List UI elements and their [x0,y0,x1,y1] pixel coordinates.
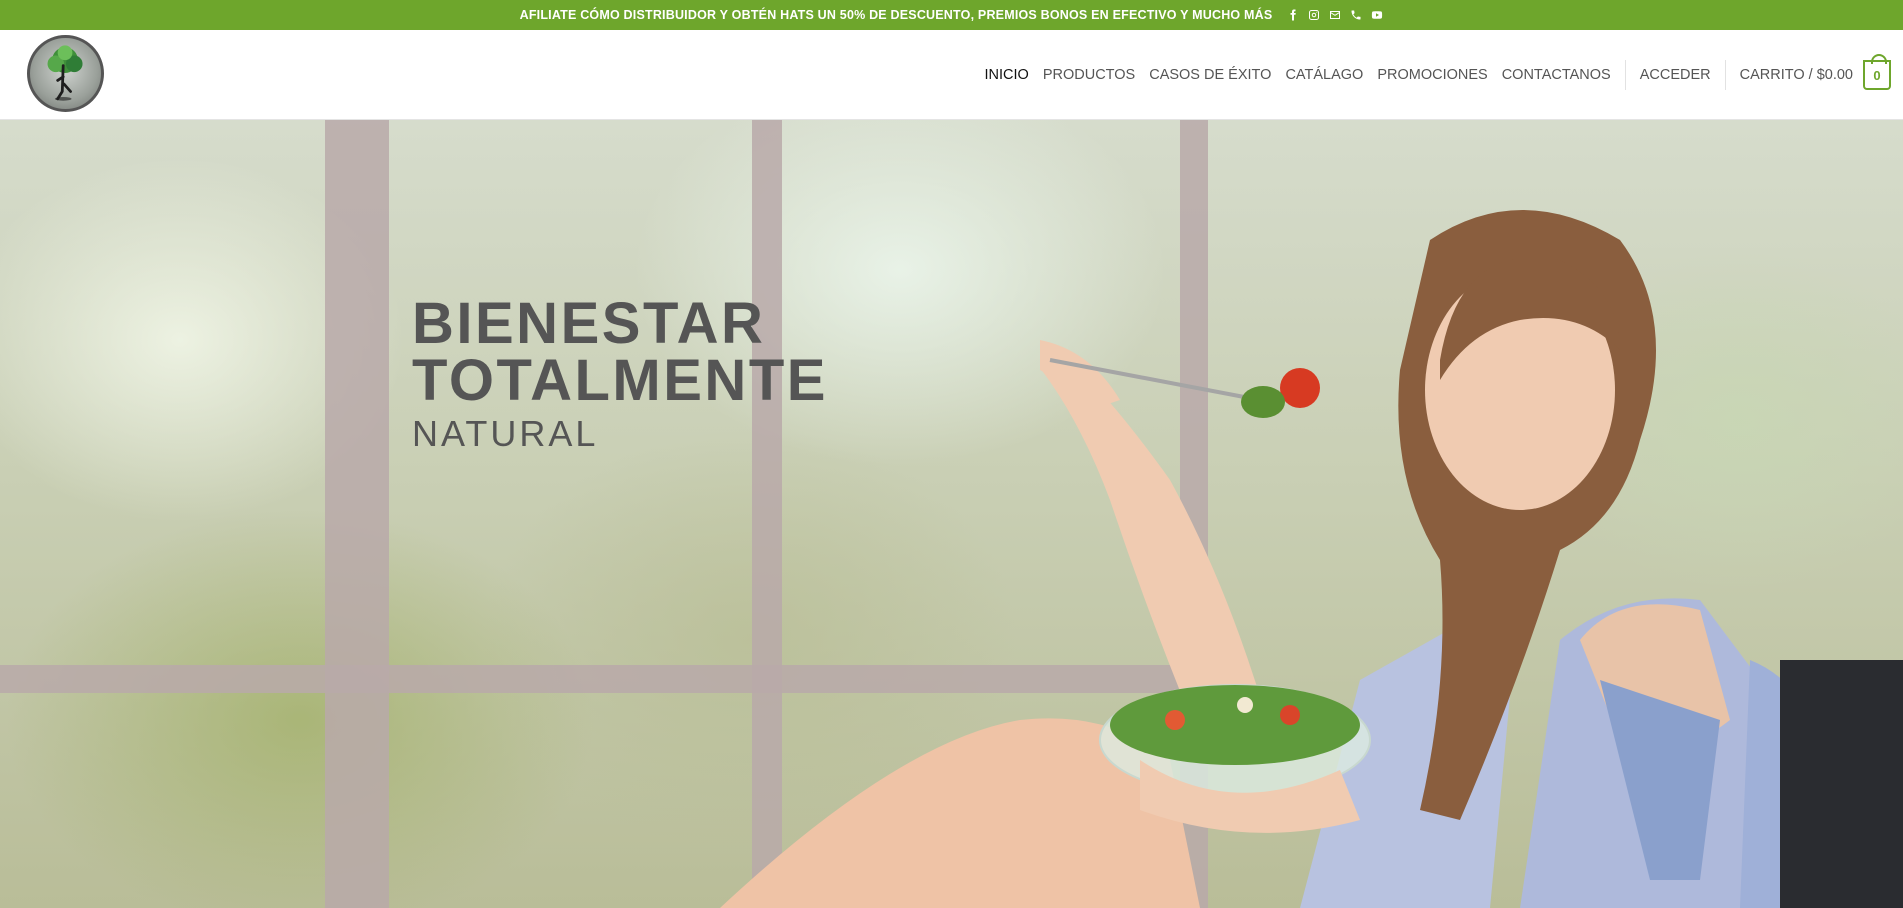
cart-count-badge: 0 [1863,54,1891,90]
nav-item-catalago[interactable]: CATÁLAGO [1278,67,1370,83]
hero-line-3: NATURAL [412,413,599,454]
nav-item-casos-de-exito[interactable]: CASOS DE ÉXITO [1142,67,1278,83]
site-logo[interactable] [27,35,104,112]
instagram-icon[interactable] [1307,9,1320,22]
nav-divider [1624,60,1626,90]
announcement-text: AFILIATE CÓMO DISTRIBUIDOR Y OBTÉN HATS … [519,8,1273,22]
announcement-bar: AFILIATE CÓMO DISTRIBUIDOR Y OBTÉN HATS … [0,0,1903,30]
nav-item-promociones[interactable]: PROMOCIONES [1370,67,1494,83]
email-icon[interactable] [1328,9,1341,22]
site-header: INICIO PRODUCTOS CASOS DE ÉXITO CATÁLAGO… [0,30,1903,120]
phone-icon[interactable] [1349,9,1362,22]
cart-label: CARRITO / $0.00 [1739,67,1853,83]
login-link[interactable]: ACCEDER [1633,67,1718,83]
facebook-icon[interactable] [1286,9,1299,22]
nav-item-productos[interactable]: PRODUCTOS [1036,67,1142,83]
nav-item-contactanos[interactable]: CONTACTANOS [1495,67,1618,83]
cart-link[interactable]: CARRITO / $0.00 0 [1733,54,1891,90]
main-nav: INICIO PRODUCTOS CASOS DE ÉXITO CATÁLAGO… [978,30,1891,120]
youtube-icon[interactable] [1370,9,1383,22]
nav-item-inicio[interactable]: INICIO [978,67,1036,83]
woman-eating-salad-image [720,210,1903,908]
social-links [1286,9,1383,22]
hero-headline: BIENESTAR TOTALMENTE NATURAL [412,295,828,455]
hero-line-1: BIENESTAR [412,291,766,356]
nav-divider [1724,60,1726,90]
tree-logo-icon [47,45,83,101]
hero-line-2: TOTALMENTE [412,348,828,413]
hero-banner: BIENESTAR TOTALMENTE NATURAL [0,120,1903,908]
